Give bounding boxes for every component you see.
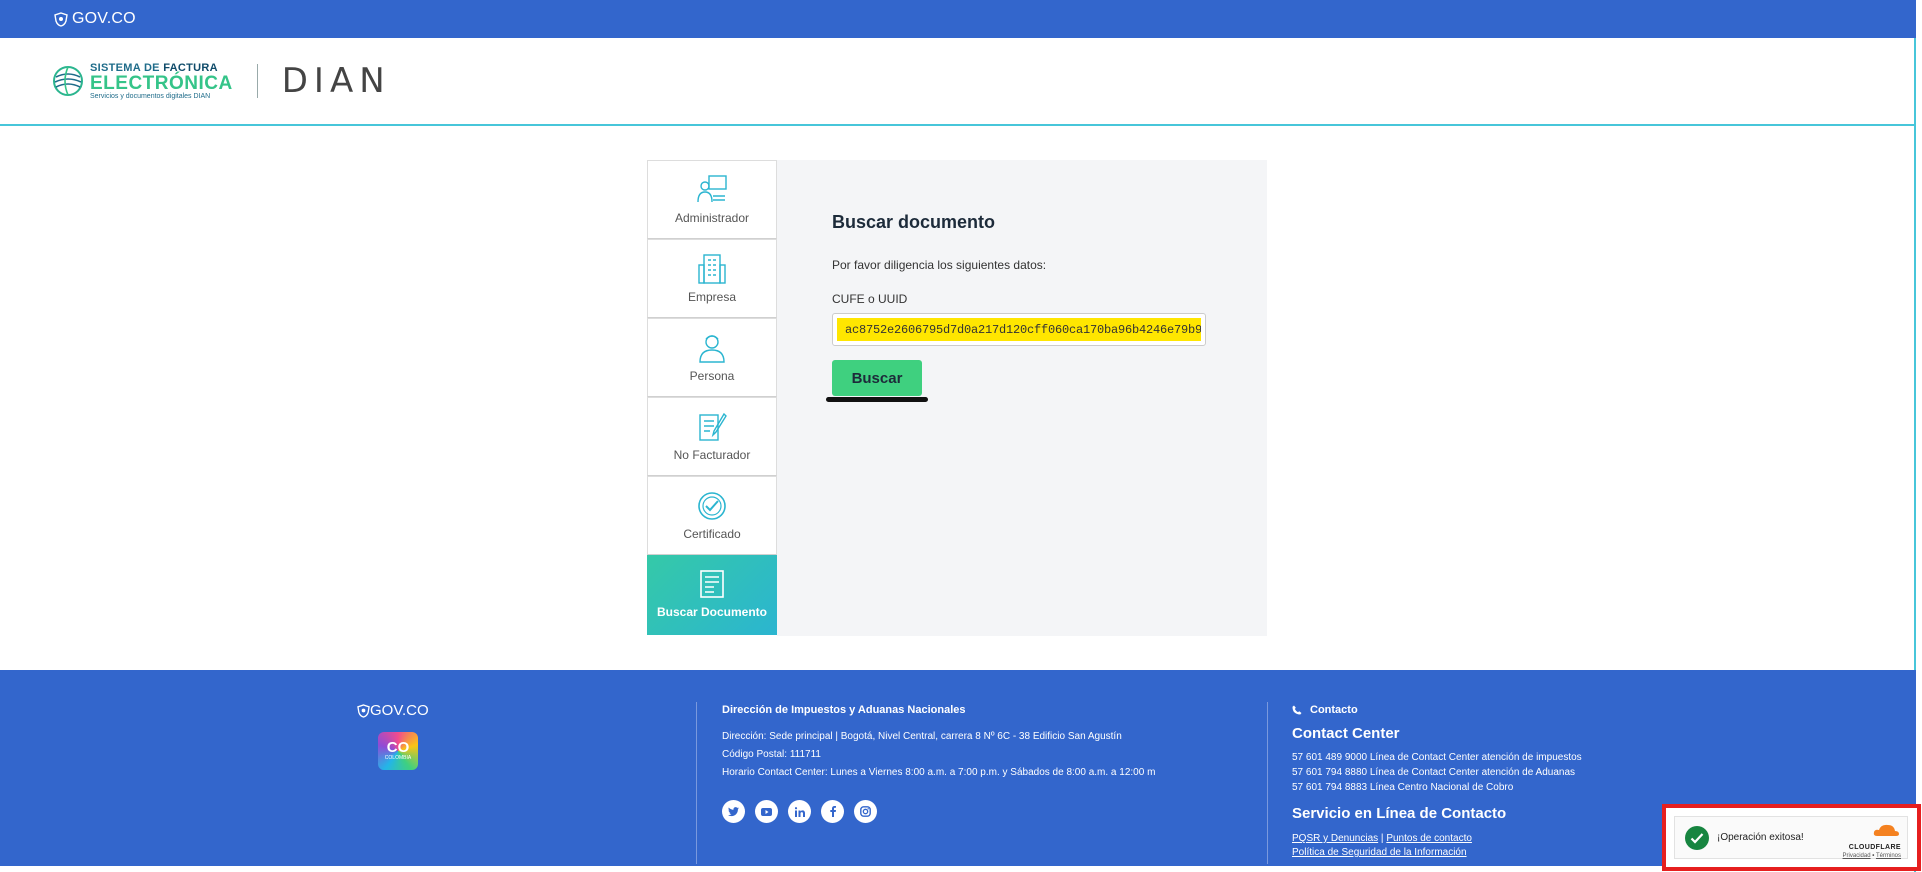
phone-line: 57 601 794 8880 Línea de Contact Center … [1292, 767, 1576, 778]
button-underline-mark [826, 397, 928, 402]
cufe-input-value[interactable]: ac8752e2606795d7d0a217d120cff060ca170ba9… [837, 318, 1201, 341]
phone-line: 57 601 794 8883 Línea Centro Nacional de… [1292, 782, 1514, 793]
cf-terms-link[interactable]: Términos [1876, 853, 1901, 859]
site-header: SISTEMA DE FACTURA ELECTRÓNICA Servicios… [0, 38, 1916, 126]
footer-links: PQSR y Denuncias | Puntos de contacto Po… [1292, 833, 1472, 858]
gov-bar: GOV.CO [0, 0, 1916, 38]
facebook-icon[interactable] [821, 800, 844, 823]
footer-gov-logo[interactable]: GOV.CO [357, 702, 429, 719]
tab-buscar-documento[interactable]: Buscar Documento [647, 555, 785, 635]
gov-shield-icon [54, 11, 68, 27]
dian-logo[interactable]: DIAN [282, 61, 391, 101]
site-footer: GOV.CO CO COLOMBIA Dirección de Impuesto… [0, 670, 1916, 866]
cf-privacy-link[interactable]: Privacidad [1843, 853, 1871, 859]
tab-label: Empresa [687, 290, 737, 304]
cufe-input[interactable]: ac8752e2606795d7d0a217d120cff060ca170ba9… [832, 313, 1206, 346]
brand-line-3: Servicios y documentos digitales DIAN [90, 92, 211, 100]
entity-address: Dirección: Sede principal | Bogotá, Nive… [722, 731, 1122, 742]
tab-no-facturador[interactable]: No Facturador [647, 397, 777, 476]
social-links [722, 800, 1155, 823]
gov-logo[interactable]: GOV.CO [54, 10, 136, 28]
tab-empresa[interactable]: Empresa [647, 239, 777, 318]
search-panel: Administrador Empresa Persona No Factura… [647, 160, 1267, 636]
brand-line-2: ELECTRÓNICA [90, 72, 233, 94]
tab-label: Administrador [674, 211, 750, 225]
tab-certificado[interactable]: Certificado [647, 476, 777, 555]
search-button[interactable]: Buscar [832, 360, 922, 396]
certificate-check-icon [698, 492, 726, 520]
tab-label: Buscar Documento [656, 605, 768, 619]
tab-label: Persona [689, 369, 735, 383]
entity-name: Dirección de Impuestos y Aduanas Naciona… [722, 704, 966, 716]
footer-divider [1267, 702, 1268, 864]
header-divider [256, 64, 258, 98]
gov-logo-text: GOV.CO [72, 10, 136, 27]
cufe-label: CUFE o UUID [832, 292, 908, 306]
brand-line-1: SISTEMA DE FACTURA [90, 61, 218, 74]
instagram-icon[interactable] [854, 800, 877, 823]
tab-persona[interactable]: Persona [647, 318, 777, 397]
success-check-icon [1685, 825, 1709, 850]
cloud-icon [1873, 824, 1899, 836]
cloudflare-widget: ¡Operación exitosa! CLOUDFLARE Privacida… [1662, 804, 1921, 871]
entity-postal: Código Postal: 111711 [722, 749, 821, 760]
contact-center-title: Contact Center [1292, 725, 1400, 742]
building-icon [698, 254, 726, 284]
tab-label: No Facturador [673, 448, 751, 462]
link-puntos-contacto[interactable]: Puntos de contacto [1386, 833, 1472, 844]
footer-gov-text: GOV.CO [370, 702, 429, 719]
form-instructions: Por favor diligencia los siguientes dato… [832, 258, 1047, 272]
factura-electronica-logo[interactable]: SISTEMA DE FACTURA ELECTRÓNICA Servicios… [52, 61, 233, 100]
phone-icon [1292, 705, 1302, 715]
admin-icon [697, 175, 727, 203]
footer-divider [696, 702, 697, 864]
gov-shield-icon [357, 703, 370, 718]
document-pen-icon [699, 412, 727, 441]
cloudflare-brand: CLOUDFLARE Privacidad • Términos [1843, 823, 1901, 859]
page: GOV.CO SISTEMA DE FACTURA ELECTRÓNICA Se… [0, 0, 1922, 872]
person-icon [699, 335, 725, 363]
link-politica-seguridad[interactable]: Política de Seguridad de la Información [1292, 847, 1467, 858]
linkedin-icon[interactable] [788, 800, 811, 823]
tab-label: Certificado [683, 527, 741, 541]
globe-logo-icon [53, 66, 83, 96]
youtube-icon[interactable] [755, 800, 778, 823]
cloudflare-status: ¡Operación exitosa! CLOUDFLARE Privacida… [1674, 816, 1908, 859]
twitter-icon[interactable] [722, 800, 745, 823]
entity-hours: Horario Contact Center: Lunes a Viernes … [722, 767, 1156, 778]
contact-heading: Contacto [1292, 704, 1712, 716]
online-contact-title: Servicio en Línea de Contacto [1292, 805, 1507, 822]
search-document-icon [700, 570, 724, 598]
search-form: Buscar documento Por favor diligencia lo… [777, 160, 1267, 636]
link-pqsr[interactable]: PQSR y Denuncias [1292, 833, 1378, 844]
page-title: Buscar documento [832, 212, 996, 232]
phone-line: 57 601 489 9000 Línea de Contact Center … [1292, 752, 1582, 763]
footer-contact: Contacto Contact Center 57 601 489 9000 … [1292, 704, 1712, 860]
cloudflare-message: ¡Operación exitosa! [1717, 832, 1804, 843]
profile-tabs: Administrador Empresa Persona No Factura… [647, 160, 785, 636]
footer-entity-info: Dirección de Impuestos y Aduanas Naciona… [722, 704, 1155, 823]
colombia-logo: CO COLOMBIA [378, 732, 418, 770]
tab-administrador[interactable]: Administrador [647, 160, 777, 239]
